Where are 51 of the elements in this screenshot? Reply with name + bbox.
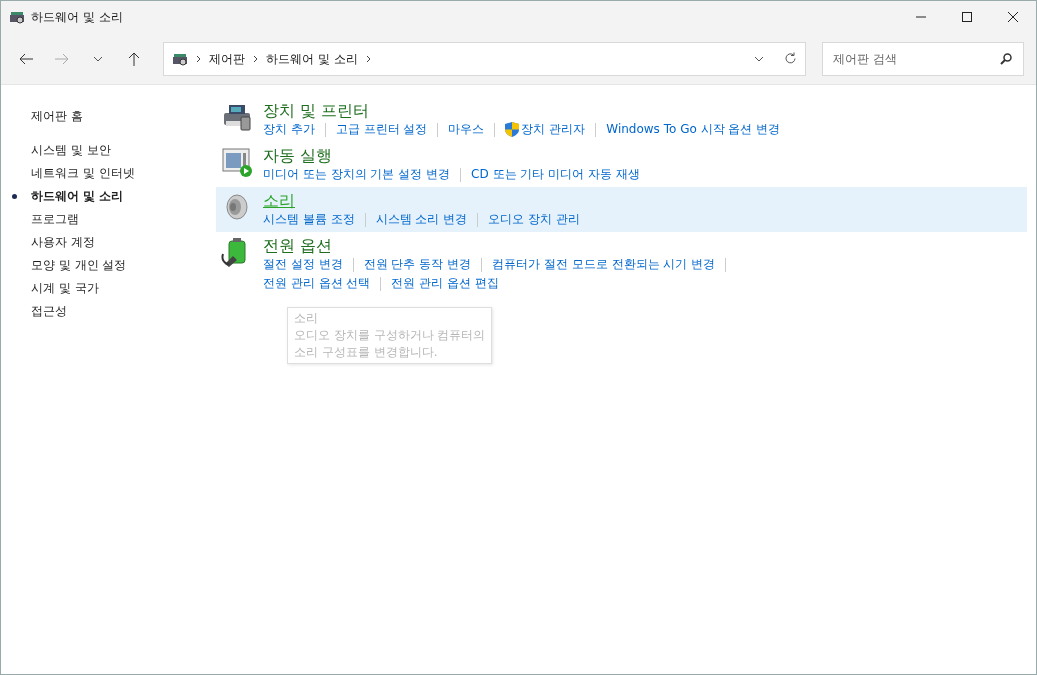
category-link[interactable]: 시스템 볼륨 조정 <box>263 211 355 228</box>
control-panel-icon <box>172 51 188 66</box>
bullet-icon <box>12 194 17 199</box>
category-link[interactable]: CD 또는 기타 미디어 자동 재생 <box>471 166 640 183</box>
up-arrow-icon[interactable] <box>128 51 140 66</box>
sidebar-link[interactable]: 하드웨어 및 소리 <box>31 185 201 208</box>
refresh-icon[interactable] <box>784 52 797 65</box>
tooltip-text: 오디오 장치를 구성하거나 컴퓨터의 <box>294 327 486 344</box>
category-link[interactable]: 미디어 또는 장치의 기본 설정 변경 <box>263 166 451 183</box>
window-title: 하드웨어 및 소리 <box>31 9 123 26</box>
category-link[interactable]: 절전 설정 변경 <box>263 256 343 273</box>
shield-icon <box>505 122 520 137</box>
sidebar-link[interactable]: 프로그램 <box>31 208 201 231</box>
chevron-down-icon[interactable] <box>93 55 103 62</box>
category-link[interactable]: 오디오 장치 관리 <box>488 211 580 228</box>
category-link[interactable]: 전원 관리 옵션 선택 <box>263 275 371 292</box>
control-panel-icon <box>9 10 25 24</box>
media-play-icon[interactable] <box>221 146 253 178</box>
tooltip-title: 소리 <box>294 310 319 327</box>
chevron-icon <box>196 54 201 63</box>
search-icon <box>1000 52 1012 65</box>
category-link[interactable]: 마우스 <box>448 121 485 138</box>
category-link[interactable]: 장치 추가 <box>263 121 315 138</box>
breadcrumb-item[interactable]: 하드웨어 및 소리 <box>266 49 358 68</box>
category-link[interactable]: 시스템 소리 변경 <box>375 211 468 228</box>
sidebar-link[interactable]: 제어판 홈 <box>31 105 201 128</box>
category-title[interactable]: 장치 및 프린터 <box>263 101 370 120</box>
breadcrumb-item[interactable]: 제어판 <box>209 49 245 68</box>
back-arrow-icon[interactable] <box>19 52 33 65</box>
category-link[interactable]: Windows To Go 시작 옵션 변경 <box>606 121 781 138</box>
tooltip-text: 소리 구성표를 변경합니다. <box>294 344 439 361</box>
sidebar-link[interactable]: 시계 및 국가 <box>31 277 201 300</box>
sidebar-link[interactable]: 네트워크 및 인터넷 <box>31 162 201 185</box>
category-title[interactable]: 전원 옵션 <box>263 236 333 255</box>
category-link[interactable]: 장치 관리자 <box>505 121 586 138</box>
chevron-icon <box>365 54 371 63</box>
maximize-icon[interactable] <box>962 12 972 22</box>
sidebar-link[interactable]: 사용자 계정 <box>31 231 201 254</box>
sidebar-link[interactable]: 모양 및 개인 설정 <box>31 254 201 277</box>
sidebar-link[interactable]: 접근성 <box>31 300 201 323</box>
search-field[interactable]: 제어판 검색 <box>822 41 1024 76</box>
sidebar-link[interactable]: 시스템 및 보안 <box>31 139 201 162</box>
address-bar[interactable]: 제어판 하드웨어 및 소리 <box>163 41 806 76</box>
category-link[interactable]: 컴퓨터가 절전 모드로 전환되는 시기 변경 <box>492 256 716 273</box>
dropdown-icon[interactable] <box>754 55 764 62</box>
close-icon[interactable] <box>1008 12 1018 22</box>
category-link[interactable]: 전원 단추 동작 변경 <box>363 256 472 273</box>
category-link[interactable]: 전원 관리 옵션 편집 <box>391 275 499 292</box>
chevron-icon <box>253 54 258 63</box>
category-title[interactable]: 자동 실행 <box>263 146 333 165</box>
category-link[interactable]: 고급 프린터 설정 <box>335 121 428 138</box>
